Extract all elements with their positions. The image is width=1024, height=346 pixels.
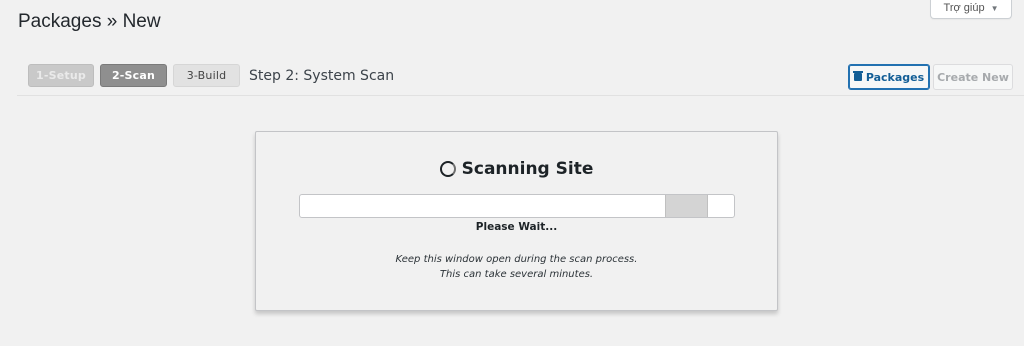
scan-note: Keep this window open during the scan pr… [256, 252, 777, 282]
step-setup: 1-Setup [28, 64, 94, 87]
help-tab-label: Trợ giúp [943, 2, 985, 14]
spinner-icon [439, 161, 456, 177]
packages-button[interactable]: Packages [848, 64, 930, 90]
scan-note-line-1: Keep this window open during the scan pr… [395, 254, 638, 265]
create-new-button[interactable]: Create New [933, 64, 1013, 90]
scan-progress-bar [299, 194, 735, 218]
create-new-button-label: Create New [937, 70, 1009, 84]
scan-panel: Scanning Site Please Wait... Keep this w… [255, 131, 778, 311]
step-build: 3-Build [173, 64, 240, 87]
scan-heading: Scanning Site [256, 159, 777, 179]
page-title: Packages » New [18, 11, 161, 32]
wizard-steps: 1-Setup 2-Scan 3-Build Step 2: System Sc… [28, 64, 394, 87]
scan-heading-text: Scanning Site [461, 159, 594, 179]
step-scan: 2-Scan [100, 64, 167, 87]
help-tab-button[interactable]: Trợ giúp ▼ [930, 0, 1012, 19]
archive-icon [852, 71, 863, 81]
step-title: Step 2: System Scan [249, 67, 395, 84]
progress-indicator [664, 195, 708, 217]
header-divider [17, 95, 1024, 96]
caret-down-icon: ▼ [990, 3, 999, 13]
status-text: Please Wait... [475, 221, 558, 233]
scan-note-line-2: This can take several minutes. [439, 269, 594, 280]
packages-button-label: Packages [865, 70, 925, 84]
